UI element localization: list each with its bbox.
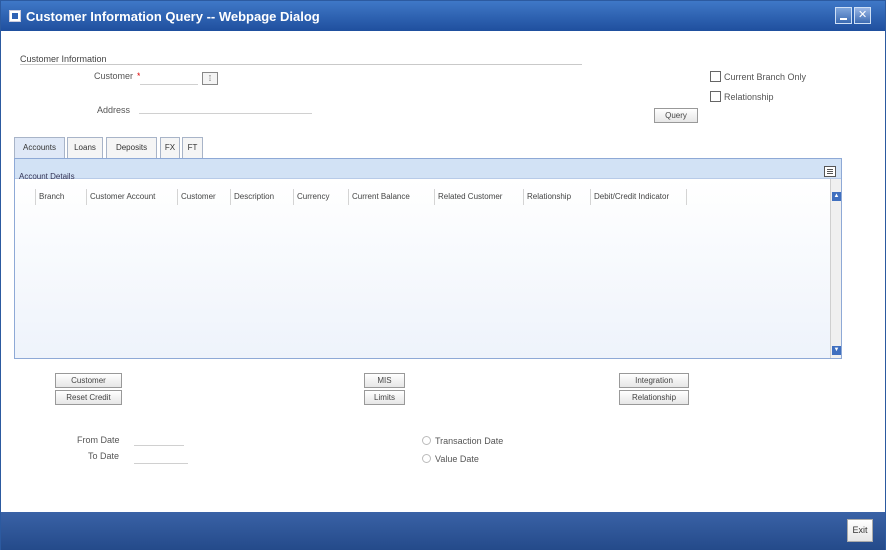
footer-bar — [1, 512, 885, 550]
transaction-date-radio[interactable] — [422, 436, 431, 445]
dialog-window: Customer Information Query -- Webpage Di… — [0, 0, 886, 550]
column-currency[interactable]: Currency — [294, 189, 349, 205]
to-date-input[interactable] — [134, 450, 188, 464]
account-details-panel: Account Details Branch Customer Account … — [14, 158, 842, 359]
app-icon — [9, 10, 21, 22]
list-of-values-icon[interactable]: ⁞ — [202, 72, 218, 85]
tab-deposits[interactable]: Deposits — [106, 137, 157, 158]
column-customer-account[interactable]: Customer Account — [87, 189, 178, 205]
relationship-button[interactable]: Relationship — [619, 390, 689, 405]
customer-label: Customer * — [94, 71, 141, 81]
address-label: Address — [97, 105, 131, 115]
column-related-customer[interactable]: Related Customer — [435, 189, 524, 205]
value-date-label: Value Date — [435, 454, 479, 464]
select-all-checkbox[interactable] — [15, 189, 36, 205]
relationship-label: Relationship — [724, 92, 774, 102]
current-branch-only-checkbox[interactable] — [710, 71, 721, 82]
minimize-button[interactable] — [835, 7, 852, 24]
reset-credit-button[interactable]: Reset Credit — [55, 390, 122, 405]
column-branch[interactable]: Branch — [36, 189, 87, 205]
vertical-scrollbar[interactable]: ▲ ▼ — [830, 179, 841, 358]
scroll-up-arrow-icon[interactable]: ▲ — [832, 192, 841, 201]
to-date-label: To Date — [88, 451, 120, 461]
current-branch-only-label: Current Branch Only — [724, 72, 807, 82]
customer-information-title: Customer Information — [20, 54, 107, 64]
column-current-balance[interactable]: Current Balance — [349, 189, 435, 205]
tab-ft[interactable]: FT — [182, 137, 203, 158]
window-title: Customer Information Query -- Webpage Di… — [26, 9, 320, 24]
account-details-header: Account Details — [15, 159, 841, 181]
scroll-down-arrow-icon[interactable]: ▼ — [832, 346, 841, 355]
query-button[interactable]: Query — [654, 108, 698, 123]
section-divider — [20, 64, 582, 65]
from-date-label: From Date — [77, 435, 120, 445]
exit-button[interactable]: Exit — [847, 519, 873, 542]
address-input[interactable] — [139, 100, 312, 114]
close-button[interactable] — [854, 7, 871, 24]
account-details-grid: Branch Customer Account Customer Descrip… — [15, 179, 830, 358]
tab-loans[interactable]: Loans — [67, 137, 103, 158]
column-relationship[interactable]: Relationship — [524, 189, 591, 205]
relationship-checkbox[interactable] — [710, 91, 721, 102]
from-date-input[interactable] — [134, 432, 184, 446]
column-debit-credit-indicator[interactable]: Debit/Credit Indicator — [591, 189, 687, 205]
value-date-radio[interactable] — [422, 454, 431, 463]
column-description[interactable]: Description — [231, 189, 294, 205]
customer-input[interactable] — [140, 71, 198, 85]
mis-button[interactable]: MIS — [364, 373, 405, 388]
column-customer[interactable]: Customer — [178, 189, 231, 205]
limits-button[interactable]: Limits — [364, 390, 405, 405]
integration-button[interactable]: Integration — [619, 373, 689, 388]
customer-button[interactable]: Customer — [55, 373, 122, 388]
transaction-date-label: Transaction Date — [435, 436, 504, 446]
title-bar: Customer Information Query -- Webpage Di… — [1, 1, 885, 31]
tab-fx[interactable]: FX — [160, 137, 180, 158]
tab-accounts[interactable]: Accounts — [14, 137, 65, 158]
grid-settings-icon[interactable] — [824, 166, 836, 177]
grid-header-row: Branch Customer Account Customer Descrip… — [15, 189, 687, 205]
customer-label-text: Customer — [94, 71, 134, 81]
